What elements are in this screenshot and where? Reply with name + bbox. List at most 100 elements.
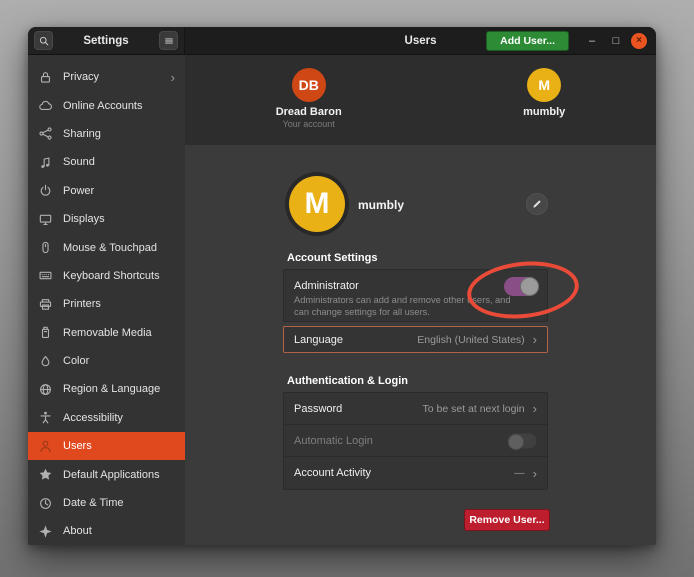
users-icon bbox=[38, 439, 53, 454]
carousel-user-name: Dread Baron bbox=[276, 106, 342, 118]
sidebar-item-label: About bbox=[63, 525, 175, 537]
sidebar-item-displays[interactable]: Displays bbox=[28, 205, 185, 233]
auth-login-heading: Authentication & Login bbox=[287, 375, 408, 387]
sidebar-item-region-language[interactable]: Region & Language bbox=[28, 375, 185, 403]
chevron-right-icon: › bbox=[533, 466, 537, 481]
chevron-right-icon: › bbox=[533, 401, 537, 416]
carousel-user-name: mumbly bbox=[523, 106, 565, 118]
row-label: Password bbox=[294, 403, 423, 415]
sidebar-item-users[interactable]: Users bbox=[28, 432, 185, 460]
avatar: M bbox=[289, 176, 345, 232]
user-carousel: DB Dread BaronYour account Mmumbly bbox=[185, 55, 656, 145]
language-row[interactable]: Language English (United States) › bbox=[283, 326, 548, 353]
language-label: Language bbox=[294, 334, 417, 346]
sidebar-item-label: Privacy bbox=[63, 71, 171, 83]
automatic-login-toggle[interactable] bbox=[507, 433, 537, 449]
color-icon bbox=[38, 354, 53, 369]
user-avatar-button[interactable]: M bbox=[285, 172, 349, 236]
share-icon bbox=[38, 126, 53, 141]
add-user-button[interactable]: Add User... bbox=[486, 31, 569, 51]
sidebar-item-power[interactable]: Power bbox=[28, 177, 185, 205]
row-label: Automatic Login bbox=[294, 435, 507, 447]
user-detail-panel: M mumbly Account Settings Administrator … bbox=[185, 145, 656, 545]
keyboard-icon bbox=[38, 268, 53, 283]
account-settings-heading: Account Settings bbox=[287, 252, 377, 264]
sidebar-item-label: Accessibility bbox=[63, 412, 175, 424]
avatar: M bbox=[527, 68, 561, 102]
sidebar-item-keyboard-shortcuts[interactable]: Keyboard Shortcuts bbox=[28, 262, 185, 290]
sidebar-item-label: Keyboard Shortcuts bbox=[63, 270, 175, 282]
cloud-icon bbox=[38, 98, 53, 113]
sidebar-item-label: Users bbox=[63, 440, 175, 452]
sidebar-item-label: Color bbox=[63, 355, 175, 367]
titlebar-right: Users Add User... – □ × bbox=[185, 27, 656, 54]
star-icon bbox=[38, 467, 53, 482]
sidebar-item-printers[interactable]: Printers bbox=[28, 290, 185, 318]
menu-button[interactable] bbox=[159, 31, 178, 50]
sidebar-item-label: Sound bbox=[63, 156, 175, 168]
app-title: Settings bbox=[57, 35, 155, 47]
edit-name-button[interactable] bbox=[526, 193, 548, 215]
sidebar-item-label: Default Applications bbox=[63, 469, 175, 481]
sidebar-item-label: Printers bbox=[63, 298, 175, 310]
administrator-row[interactable]: Administrator Administrators can add and… bbox=[283, 269, 548, 322]
window-controls: – □ × bbox=[583, 33, 647, 49]
sidebar-item-label: Displays bbox=[63, 213, 175, 225]
sidebar-item-color[interactable]: Color bbox=[28, 347, 185, 375]
sidebar-item-label: Online Accounts bbox=[63, 100, 175, 112]
titlebar: Settings Users Add User... – □ × bbox=[28, 27, 656, 55]
row-value: To be set at next login bbox=[423, 403, 525, 415]
titlebar-left: Settings bbox=[28, 27, 185, 54]
administrator-label: Administrator bbox=[294, 280, 359, 292]
search-button[interactable] bbox=[34, 31, 53, 50]
sidebar-item-about[interactable]: About bbox=[28, 517, 185, 545]
close-button[interactable]: × bbox=[631, 33, 647, 49]
sidebar-list: Privacy› Online Accounts Sharing Sound Power… bbox=[28, 55, 185, 545]
sidebar-item-accessibility[interactable]: Accessibility bbox=[28, 404, 185, 432]
carousel-user-subtitle: Your account bbox=[283, 119, 335, 129]
lock-icon bbox=[38, 70, 53, 85]
sidebar-item-mouse-touchpad[interactable]: Mouse & Touchpad bbox=[28, 233, 185, 261]
sidebar-item-label: Mouse & Touchpad bbox=[63, 242, 175, 254]
chevron-right-icon: › bbox=[171, 70, 175, 85]
users-panel: DB Dread BaronYour account Mmumbly M mumbl… bbox=[185, 55, 656, 545]
sidebar-item-sound[interactable]: Sound bbox=[28, 148, 185, 176]
sidebar-item-privacy[interactable]: Privacy› bbox=[28, 63, 185, 91]
globe-icon bbox=[38, 382, 53, 397]
language-value: English (United States) bbox=[417, 334, 524, 346]
sidebar-item-label: Sharing bbox=[63, 128, 175, 140]
desktop-background: Settings Users Add User... – □ × Privacy… bbox=[0, 0, 694, 577]
maximize-button[interactable]: □ bbox=[607, 35, 625, 47]
about-icon bbox=[38, 524, 53, 539]
remove-user-button[interactable]: Remove User... bbox=[464, 509, 550, 531]
sidebar-item-sharing[interactable]: Sharing bbox=[28, 120, 185, 148]
settings-window: Settings Users Add User... – □ × Privacy… bbox=[28, 27, 656, 545]
automatic-login-row[interactable]: Automatic Login bbox=[284, 425, 547, 457]
toggle-knob bbox=[508, 434, 524, 450]
avatar: DB bbox=[292, 68, 326, 102]
administrator-description: Administrators can add and remove other … bbox=[294, 295, 524, 318]
sidebar-item-default-applications[interactable]: Default Applications bbox=[28, 460, 185, 488]
sidebar-item-date-time[interactable]: Date & Time bbox=[28, 489, 185, 517]
menu-icon bbox=[163, 35, 175, 47]
clock-icon bbox=[38, 496, 53, 511]
removable-icon bbox=[38, 325, 53, 340]
sidebar-item-label: Date & Time bbox=[63, 497, 175, 509]
user-name: mumbly bbox=[358, 198, 404, 212]
carousel-user-mumbly[interactable]: Mmumbly bbox=[523, 68, 565, 118]
sidebar-item-label: Removable Media bbox=[63, 327, 175, 339]
printer-icon bbox=[38, 297, 53, 312]
row-label: Account Activity bbox=[294, 467, 514, 479]
administrator-toggle[interactable] bbox=[504, 277, 539, 296]
sidebar-item-removable-media[interactable]: Removable Media bbox=[28, 319, 185, 347]
sidebar-item-online-accounts[interactable]: Online Accounts bbox=[28, 91, 185, 119]
accessibility-icon bbox=[38, 410, 53, 425]
row-value: — bbox=[514, 467, 525, 479]
password-row[interactable]: PasswordTo be set at next login › bbox=[284, 393, 547, 425]
account-activity-row[interactable]: Account Activity— › bbox=[284, 457, 547, 489]
mouse-icon bbox=[38, 240, 53, 255]
displays-icon bbox=[38, 212, 53, 227]
minimize-button[interactable]: – bbox=[583, 35, 601, 47]
carousel-user-dread-baron[interactable]: DB Dread BaronYour account bbox=[276, 68, 342, 129]
auth-login-card: PasswordTo be set at next login › Automati… bbox=[283, 392, 548, 490]
